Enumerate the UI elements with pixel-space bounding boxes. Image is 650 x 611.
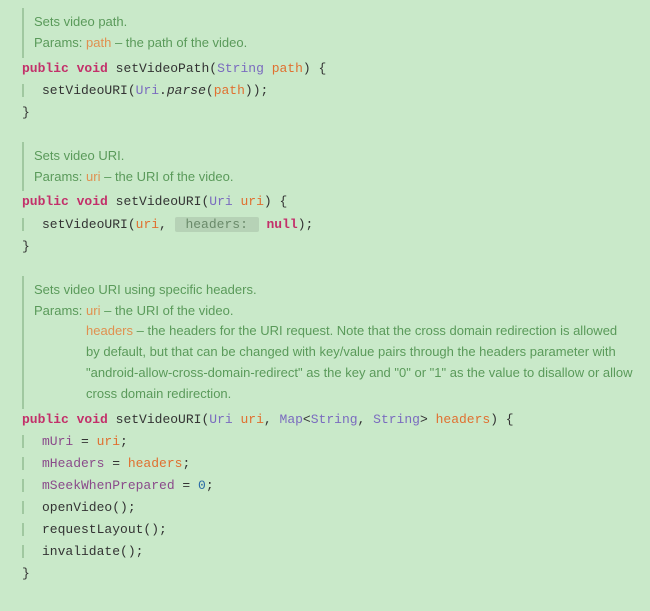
javadoc-params: Params: path – the path of the video. bbox=[34, 33, 634, 54]
code-signature: public void setVideoURI(Uri uri, Map<Str… bbox=[0, 409, 650, 431]
keyword-modifier: public void bbox=[22, 61, 108, 76]
keyword-modifier: public void bbox=[22, 194, 108, 209]
type: String bbox=[217, 61, 264, 76]
param: path bbox=[272, 61, 303, 76]
keyword-modifier: public void bbox=[22, 412, 108, 427]
javadoc-summary: Sets video URI using specific headers. bbox=[34, 280, 634, 301]
param-name: path bbox=[86, 35, 111, 50]
method-block-setVideoURI-1: Sets video URI. Params: uri – the URI of… bbox=[0, 142, 650, 258]
method-name: setVideoPath bbox=[116, 61, 210, 76]
code-close-brace: } bbox=[0, 236, 650, 258]
code-body-line: invalidate(); bbox=[0, 541, 650, 563]
javadoc: Sets video URI. Params: uri – the URI of… bbox=[22, 142, 650, 192]
javadoc-summary: Sets video path. bbox=[34, 12, 634, 33]
code-body-line: mUri = uri; bbox=[0, 431, 650, 453]
param-desc: – the URI of the video. bbox=[100, 169, 233, 184]
method-block-setVideoURI-2: Sets video URI using specific headers. P… bbox=[0, 276, 650, 586]
keyword-null: null bbox=[266, 217, 297, 232]
method-name: setVideoURI bbox=[116, 194, 202, 209]
method-name: setVideoURI bbox=[116, 412, 202, 427]
params-label: Params: bbox=[34, 33, 82, 54]
code-signature: public void setVideoURI(Uri uri) { bbox=[0, 191, 650, 213]
param-name: uri bbox=[86, 169, 100, 184]
inline-hint: headers: bbox=[175, 217, 259, 232]
params-label: Params: bbox=[34, 301, 82, 322]
code-body-line: requestLayout(); bbox=[0, 519, 650, 541]
javadoc-summary: Sets video URI. bbox=[34, 146, 634, 167]
code-body-line: setVideoURI(Uri.parse(path)); bbox=[0, 80, 650, 102]
code-body-line: mHeaders = headers; bbox=[0, 453, 650, 475]
javadoc: Sets video path. Params: path – the path… bbox=[22, 8, 650, 58]
code-signature: public void setVideoPath(String path) { bbox=[0, 58, 650, 80]
param-name: headers bbox=[86, 323, 133, 338]
method-block-setVideoPath: Sets video path. Params: path – the path… bbox=[0, 8, 650, 124]
param-desc: – the path of the video. bbox=[111, 35, 247, 50]
code-close-brace: } bbox=[0, 102, 650, 124]
type: Uri bbox=[209, 194, 232, 209]
param: uri bbox=[241, 194, 264, 209]
code-close-brace: } bbox=[0, 563, 650, 585]
javadoc-params: Params: uri – the URI of the video. bbox=[34, 167, 634, 188]
param-desc: – the headers for the URI request. Note … bbox=[86, 323, 633, 400]
param-name: uri bbox=[86, 303, 100, 318]
code-body-line: openVideo(); bbox=[0, 497, 650, 519]
params-label: Params: bbox=[34, 167, 82, 188]
param-desc: – the URI of the video. bbox=[100, 303, 233, 318]
javadoc-params: Params: uri – the URI of the video. head… bbox=[34, 301, 634, 405]
code-body-line: mSeekWhenPrepared = 0; bbox=[0, 475, 650, 497]
javadoc: Sets video URI using specific headers. P… bbox=[22, 276, 650, 409]
code-body-line: setVideoURI(uri, headers: null); bbox=[0, 214, 650, 236]
